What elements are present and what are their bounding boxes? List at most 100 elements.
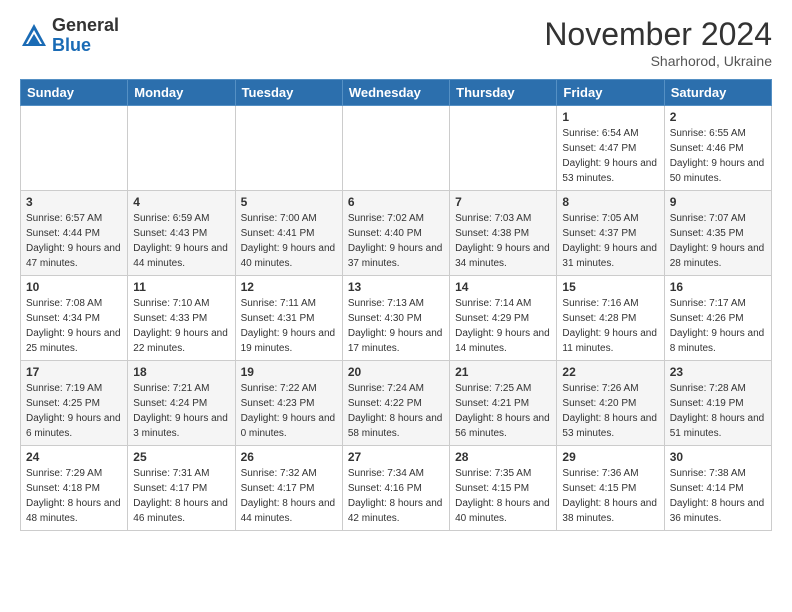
day-info: Sunrise: 7:17 AMSunset: 4:26 PMDaylight:…: [670, 296, 766, 356]
title-block: November 2024 Sharhorod, Ukraine: [544, 16, 772, 69]
day-number: 8: [562, 195, 658, 209]
day-number: 12: [241, 280, 337, 294]
day-info: Sunrise: 6:59 AMSunset: 4:43 PMDaylight:…: [133, 211, 229, 271]
calendar-cell: 16 Sunrise: 7:17 AMSunset: 4:26 PMDayligh…: [664, 276, 771, 361]
calendar-cell: 25Sunrise: 7:31 AMSunset: 4:17 PMDayligh…: [128, 446, 235, 531]
day-info: Sunrise: 7:36 AMSunset: 4:15 PMDaylight:…: [562, 466, 658, 526]
calendar-cell: 8 Sunrise: 7:05 AMSunset: 4:37 PMDaylight…: [557, 191, 664, 276]
day-info: Sunrise: 7:35 AMSunset: 4:15 PMDaylight:…: [455, 466, 551, 526]
day-info: Sunrise: 7:16 AMSunset: 4:28 PMDaylight:…: [562, 296, 658, 356]
day-info: Sunrise: 7:32 AMSunset: 4:17 PMDaylight:…: [241, 466, 337, 526]
day-info: Sunrise: 7:08 AMSunset: 4:34 PMDaylight:…: [26, 296, 122, 356]
day-number: 28: [455, 450, 551, 464]
weekday-header: Saturday: [664, 80, 771, 106]
day-number: 1: [562, 110, 658, 124]
day-number: 5: [241, 195, 337, 209]
day-number: 30: [670, 450, 766, 464]
calendar-cell: 10 Sunrise: 7:08 AMSunset: 4:34 PMDayligh…: [21, 276, 128, 361]
calendar-cell: 15 Sunrise: 7:16 AMSunset: 4:28 PMDayligh…: [557, 276, 664, 361]
calendar-cell: 3 Sunrise: 6:57 AMSunset: 4:44 PMDaylight…: [21, 191, 128, 276]
calendar-cell: 26Sunrise: 7:32 AMSunset: 4:17 PMDayligh…: [235, 446, 342, 531]
month-title: November 2024: [544, 16, 772, 53]
calendar-cell: 21 Sunrise: 7:25 AMSunset: 4:21 PMDayligh…: [450, 361, 557, 446]
logo-blue: Blue: [52, 35, 91, 55]
location-subtitle: Sharhorod, Ukraine: [544, 53, 772, 69]
calendar-cell: 4 Sunrise: 6:59 AMSunset: 4:43 PMDaylight…: [128, 191, 235, 276]
calendar-cell: [235, 106, 342, 191]
day-info: Sunrise: 7:13 AMSunset: 4:30 PMDaylight:…: [348, 296, 444, 356]
calendar-week-row: 24Sunrise: 7:29 AMSunset: 4:18 PMDayligh…: [21, 446, 772, 531]
day-number: 20: [348, 365, 444, 379]
weekday-header: Tuesday: [235, 80, 342, 106]
day-info: Sunrise: 7:05 AMSunset: 4:37 PMDaylight:…: [562, 211, 658, 271]
calendar-week-row: 17 Sunrise: 7:19 AMSunset: 4:25 PMDayligh…: [21, 361, 772, 446]
day-number: 19: [241, 365, 337, 379]
day-info: Sunrise: 7:11 AMSunset: 4:31 PMDaylight:…: [241, 296, 337, 356]
day-info: Sunrise: 7:26 AMSunset: 4:20 PMDaylight:…: [562, 381, 658, 441]
calendar-cell: [342, 106, 449, 191]
day-number: 6: [348, 195, 444, 209]
day-number: 4: [133, 195, 229, 209]
day-info: Sunrise: 6:54 AMSunset: 4:47 PMDaylight:…: [562, 126, 658, 186]
weekday-header: Monday: [128, 80, 235, 106]
calendar-cell: 29Sunrise: 7:36 AMSunset: 4:15 PMDayligh…: [557, 446, 664, 531]
day-number: 15: [562, 280, 658, 294]
calendar-cell: 27 Sunrise: 7:34 AMSunset: 4:16 PMDayligh…: [342, 446, 449, 531]
calendar-week-row: 1 Sunrise: 6:54 AMSunset: 4:47 PMDaylight…: [21, 106, 772, 191]
day-number: 18: [133, 365, 229, 379]
weekday-header-row: SundayMondayTuesdayWednesdayThursdayFrid…: [21, 80, 772, 106]
day-info: Sunrise: 7:28 AMSunset: 4:19 PMDaylight:…: [670, 381, 766, 441]
day-number: 22: [562, 365, 658, 379]
calendar-cell: 30 Sunrise: 7:38 AMSunset: 4:14 PMDayligh…: [664, 446, 771, 531]
day-number: 10: [26, 280, 122, 294]
logo-general: General: [52, 15, 119, 35]
calendar-cell: [21, 106, 128, 191]
day-info: Sunrise: 7:25 AMSunset: 4:21 PMDaylight:…: [455, 381, 551, 441]
calendar-cell: 9 Sunrise: 7:07 AMSunset: 4:35 PMDaylight…: [664, 191, 771, 276]
calendar-cell: 14Sunrise: 7:14 AMSunset: 4:29 PMDayligh…: [450, 276, 557, 361]
day-number: 21: [455, 365, 551, 379]
day-number: 9: [670, 195, 766, 209]
calendar-cell: 24Sunrise: 7:29 AMSunset: 4:18 PMDayligh…: [21, 446, 128, 531]
day-info: Sunrise: 7:38 AMSunset: 4:14 PMDaylight:…: [670, 466, 766, 526]
calendar-page: General Blue November 2024 Sharhorod, Uk…: [0, 0, 792, 612]
day-info: Sunrise: 7:00 AMSunset: 4:41 PMDaylight:…: [241, 211, 337, 271]
calendar-cell: 11Sunrise: 7:10 AMSunset: 4:33 PMDayligh…: [128, 276, 235, 361]
calendar-cell: 23 Sunrise: 7:28 AMSunset: 4:19 PMDayligh…: [664, 361, 771, 446]
day-number: 16: [670, 280, 766, 294]
calendar-cell: 17 Sunrise: 7:19 AMSunset: 4:25 PMDayligh…: [21, 361, 128, 446]
day-number: 11: [133, 280, 229, 294]
day-info: Sunrise: 7:03 AMSunset: 4:38 PMDaylight:…: [455, 211, 551, 271]
calendar-week-row: 3 Sunrise: 6:57 AMSunset: 4:44 PMDaylight…: [21, 191, 772, 276]
day-number: 27: [348, 450, 444, 464]
weekday-header: Thursday: [450, 80, 557, 106]
calendar-cell: 20Sunrise: 7:24 AMSunset: 4:22 PMDayligh…: [342, 361, 449, 446]
day-number: 2: [670, 110, 766, 124]
day-info: Sunrise: 6:57 AMSunset: 4:44 PMDaylight:…: [26, 211, 122, 271]
day-info: Sunrise: 7:21 AMSunset: 4:24 PMDaylight:…: [133, 381, 229, 441]
calendar-cell: 5 Sunrise: 7:00 AMSunset: 4:41 PMDaylight…: [235, 191, 342, 276]
weekday-header: Sunday: [21, 80, 128, 106]
day-number: 13: [348, 280, 444, 294]
day-number: 3: [26, 195, 122, 209]
day-info: Sunrise: 7:22 AMSunset: 4:23 PMDaylight:…: [241, 381, 337, 441]
calendar-cell: 19 Sunrise: 7:22 AMSunset: 4:23 PMDayligh…: [235, 361, 342, 446]
calendar-cell: 12 Sunrise: 7:11 AMSunset: 4:31 PMDayligh…: [235, 276, 342, 361]
logo-text: General Blue: [52, 16, 119, 56]
day-info: Sunrise: 6:55 AMSunset: 4:46 PMDaylight:…: [670, 126, 766, 186]
day-info: Sunrise: 7:34 AMSunset: 4:16 PMDaylight:…: [348, 466, 444, 526]
day-info: Sunrise: 7:19 AMSunset: 4:25 PMDaylight:…: [26, 381, 122, 441]
day-number: 23: [670, 365, 766, 379]
day-info: Sunrise: 7:29 AMSunset: 4:18 PMDaylight:…: [26, 466, 122, 526]
calendar-cell: 22 Sunrise: 7:26 AMSunset: 4:20 PMDayligh…: [557, 361, 664, 446]
calendar-cell: 6Sunrise: 7:02 AMSunset: 4:40 PMDaylight…: [342, 191, 449, 276]
calendar-cell: 18 Sunrise: 7:21 AMSunset: 4:24 PMDayligh…: [128, 361, 235, 446]
day-number: 17: [26, 365, 122, 379]
calendar-table: SundayMondayTuesdayWednesdayThursdayFrid…: [20, 79, 772, 531]
day-info: Sunrise: 7:31 AMSunset: 4:17 PMDaylight:…: [133, 466, 229, 526]
weekday-header: Wednesday: [342, 80, 449, 106]
calendar-cell: 2 Sunrise: 6:55 AMSunset: 4:46 PMDaylight…: [664, 106, 771, 191]
calendar-cell: 13 Sunrise: 7:13 AMSunset: 4:30 PMDayligh…: [342, 276, 449, 361]
calendar-week-row: 10 Sunrise: 7:08 AMSunset: 4:34 PMDayligh…: [21, 276, 772, 361]
day-info: Sunrise: 7:07 AMSunset: 4:35 PMDaylight:…: [670, 211, 766, 271]
